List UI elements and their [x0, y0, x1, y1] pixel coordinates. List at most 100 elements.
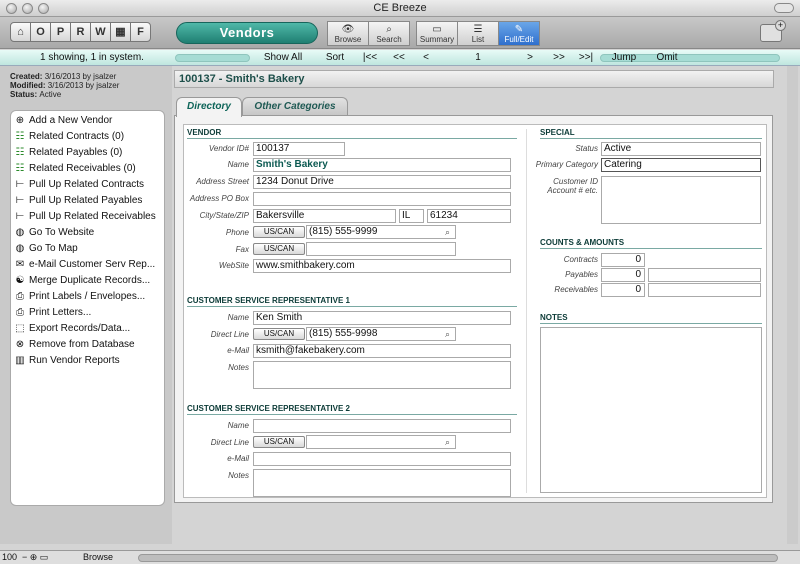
- csr2-direct-lookup-icon[interactable]: ⌕: [442, 437, 453, 448]
- csr2-direct-format-button[interactable]: US/CAN: [253, 436, 305, 448]
- sidebar-item-email-csr[interactable]: ✉ e-Mail Customer Serv Rep...: [11, 257, 164, 273]
- summary-view-button[interactable]: ▭ Summary: [416, 21, 458, 46]
- created-value: 3/16/2013 by jsalzer: [44, 72, 117, 81]
- csr1-email-field[interactable]: ksmith@fakebakery.com: [253, 344, 511, 358]
- fax-format-button[interactable]: US/CAN: [253, 243, 305, 255]
- module-button-p[interactable]: P: [50, 22, 71, 42]
- address-street-field[interactable]: 1234 Donut Drive: [253, 175, 511, 189]
- csr1-direct-label: Direct Line: [210, 330, 249, 339]
- horizontal-scrollbar[interactable]: [138, 554, 778, 562]
- minimize-window-button[interactable]: [22, 3, 33, 14]
- csr1-notes-field[interactable]: [253, 361, 511, 389]
- zoom-level[interactable]: 100: [2, 551, 17, 564]
- sidebar-item-print-labels[interactable]: ⎙ Print Labels / Envelopes...: [11, 289, 164, 305]
- module-button-r[interactable]: R: [70, 22, 91, 42]
- search-mode-button[interactable]: ⌕ Search: [368, 21, 410, 46]
- modified-label: Modified:: [10, 81, 46, 90]
- sidebar-item-run-reports[interactable]: ▥ Run Vendor Reports: [11, 353, 164, 369]
- sidebar-item-go-website[interactable]: ◍ Go To Website: [11, 225, 164, 241]
- sidebar-item-pull-contracts[interactable]: ⊢ Pull Up Related Contracts: [11, 177, 164, 193]
- address-pobox-field[interactable]: [253, 192, 511, 206]
- csr2-notes-label: Notes: [228, 471, 249, 480]
- sidebar-item-remove[interactable]: ⊗ Remove from Database: [11, 337, 164, 353]
- sidebar-item-print-letters[interactable]: ⎙ Print Letters...: [11, 305, 164, 321]
- previous-record-button[interactable]: <: [418, 50, 434, 66]
- phone-format-button[interactable]: US/CAN: [253, 226, 305, 238]
- phone-lookup-icon[interactable]: ⌕: [442, 227, 453, 238]
- csr1-name-field[interactable]: Ken Smith: [253, 311, 511, 325]
- toolbar-toggle-button[interactable]: [774, 3, 794, 13]
- browse-mode-button[interactable]: 👁 Browse: [327, 21, 369, 46]
- special-section-title: SPECIAL: [540, 128, 762, 139]
- first-record-button[interactable]: |<<: [358, 50, 382, 66]
- tree-icon: ⊢: [15, 195, 25, 206]
- vendor-id-field[interactable]: 100137: [253, 142, 345, 156]
- sidebar-item-related-payables[interactable]: ☷ Related Payables (0): [11, 145, 164, 161]
- sidebar-item-go-map[interactable]: ◍ Go To Map: [11, 241, 164, 257]
- city-field[interactable]: Bakersville: [253, 209, 396, 223]
- full-edit-view-button[interactable]: ✎ Full/Edit: [498, 21, 540, 46]
- module-button-w[interactable]: W: [90, 22, 111, 42]
- csr2-notes-field[interactable]: [253, 469, 511, 497]
- phone-field[interactable]: (815) 555-9999: [306, 225, 456, 239]
- list-view-button[interactable]: ☰ List: [457, 21, 499, 46]
- close-window-button[interactable]: [6, 3, 17, 14]
- sidebar-item-merge-duplicates[interactable]: ☯ Merge Duplicate Records...: [11, 273, 164, 289]
- state-field[interactable]: IL: [399, 209, 424, 223]
- module-button-o[interactable]: O: [30, 22, 51, 42]
- primary-category-field[interactable]: Catering: [601, 158, 761, 172]
- csr2-name-field[interactable]: [253, 419, 511, 433]
- fax-field[interactable]: [306, 242, 456, 256]
- module-button-f[interactable]: F: [130, 22, 151, 42]
- forward-many-button[interactable]: >>: [548, 50, 570, 66]
- new-note-button[interactable]: +: [760, 20, 786, 42]
- created-label: Created:: [10, 72, 43, 81]
- vendor-name-field[interactable]: Smith's Bakery: [253, 158, 511, 172]
- calculator-button[interactable]: ▦: [110, 22, 131, 42]
- csr1-direct-field[interactable]: (815) 555-9998: [306, 327, 456, 341]
- csr2-section-title: CUSTOMER SERVICE REPRESENTATIVE 2: [187, 404, 517, 415]
- show-all-button[interactable]: Show All: [262, 50, 304, 66]
- tab-other-categories[interactable]: Other Categories: [242, 97, 348, 116]
- last-record-button[interactable]: >>|: [574, 50, 598, 66]
- back-many-button[interactable]: <<: [388, 50, 410, 66]
- zip-field[interactable]: 61234: [427, 209, 511, 223]
- csr2-direct-field[interactable]: [306, 435, 456, 449]
- csr2-email-field[interactable]: [253, 452, 511, 466]
- notes-field[interactable]: [540, 327, 762, 493]
- vertical-scrollbar[interactable]: [787, 66, 798, 544]
- chart-icon: ▥: [15, 355, 25, 366]
- address-pobox-label: Address PO Box: [189, 194, 249, 203]
- jump-button[interactable]: Jump: [608, 50, 640, 66]
- notes-section-title: NOTES: [540, 313, 762, 324]
- primary-category-label: Primary Category: [535, 160, 598, 169]
- list-icon: ☰: [473, 24, 483, 35]
- sidebar-item-related-receivables[interactable]: ☷ Related Receivables (0): [11, 161, 164, 177]
- window-title: CE Breeze: [373, 2, 427, 14]
- directory-form: VENDOR Vendor ID# 100137 Name Smith's Ba…: [183, 124, 767, 498]
- left-panel: Created: 3/16/2013 by jsalzer Modified: …: [0, 66, 172, 544]
- sidebar-item-pull-payables[interactable]: ⊢ Pull Up Related Payables: [11, 193, 164, 209]
- sidebar-item-related-contracts[interactable]: ☷ Related Contracts (0): [11, 129, 164, 145]
- website-field[interactable]: www.smithbakery.com: [253, 259, 511, 273]
- sidebar-item-pull-receivables[interactable]: ⊢ Pull Up Related Receivables: [11, 209, 164, 225]
- sidebar-item-export[interactable]: ⬚ Export Records/Data...: [11, 321, 164, 337]
- record-number[interactable]: 1: [470, 50, 486, 66]
- module-letter-buttons: ⌂ O P R W ▦ F: [10, 22, 151, 42]
- home-button[interactable]: ⌂: [10, 22, 31, 42]
- status-bar: 100 − ⊕ ▭ Browse: [0, 550, 800, 564]
- sidebar-item-add-vendor[interactable]: ⊕ Add a New Vendor: [11, 113, 164, 129]
- sort-button[interactable]: Sort: [320, 50, 350, 66]
- special-status-field[interactable]: Active: [601, 142, 761, 156]
- omit-button[interactable]: Omit: [652, 50, 682, 66]
- directory-panel: VENDOR Vendor ID# 100137 Name Smith's Ba…: [174, 115, 773, 503]
- zoom-controls-icon[interactable]: − ⊕ ▭: [22, 551, 48, 564]
- next-record-button[interactable]: >: [522, 50, 538, 66]
- zoom-window-button[interactable]: [38, 3, 49, 14]
- tab-directory[interactable]: Directory: [176, 97, 242, 117]
- csr1-direct-format-button[interactable]: US/CAN: [253, 328, 305, 340]
- csr1-direct-lookup-icon[interactable]: ⌕: [442, 329, 453, 340]
- customer-id-field[interactable]: [601, 176, 761, 224]
- csr2-email-label: e-Mail: [227, 454, 249, 463]
- vendors-module-button[interactable]: Vendors: [176, 22, 318, 44]
